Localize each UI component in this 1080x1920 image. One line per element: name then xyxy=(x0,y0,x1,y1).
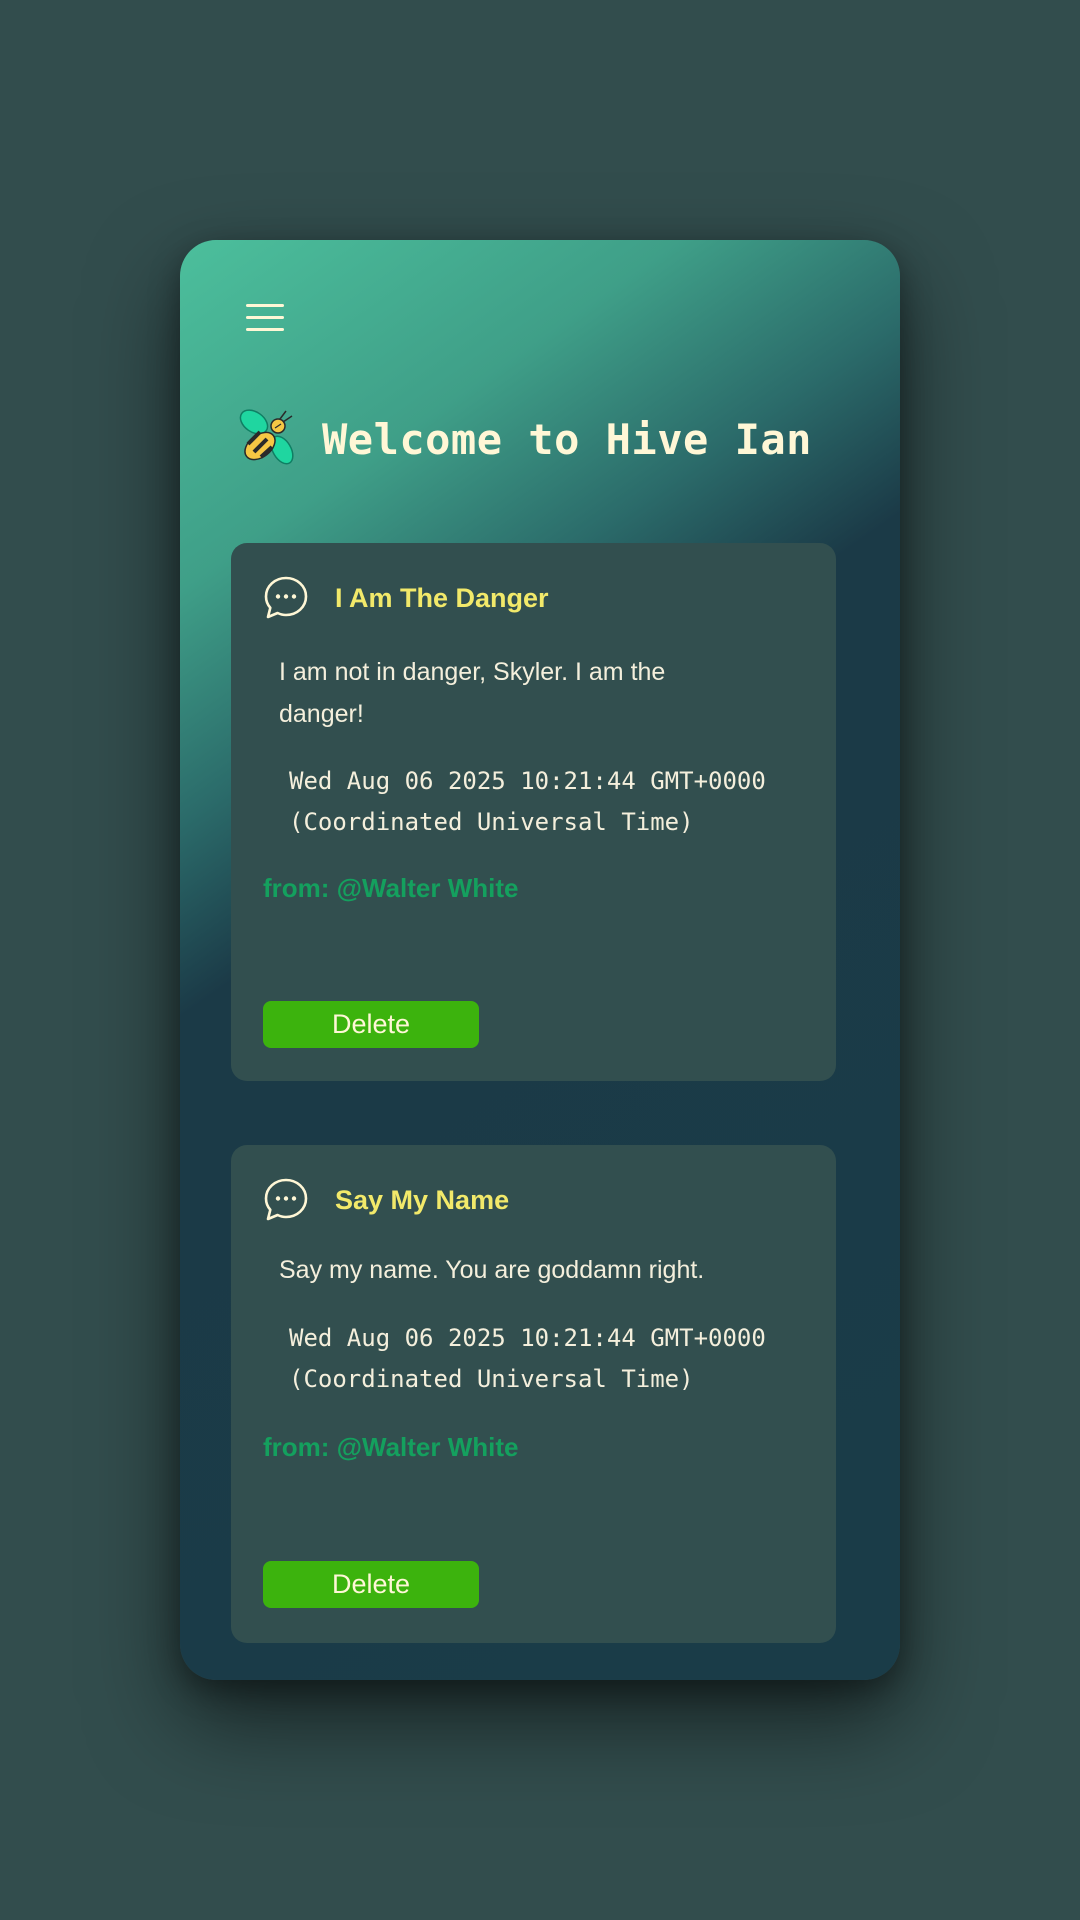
post-header: Say My Name xyxy=(263,1177,509,1223)
chat-bubble-icon xyxy=(264,1178,308,1221)
post-card: Say My Name Say my name. You are goddamn… xyxy=(231,1145,836,1643)
chat-bubble-icon xyxy=(264,576,308,619)
post-header: I Am The Danger xyxy=(263,575,549,621)
post-author: from: @Walter White xyxy=(263,1432,519,1462)
post-title: I Am The Danger xyxy=(335,582,549,613)
delete-button[interactable]: Delete xyxy=(263,1001,479,1048)
page-title: Welcome to Hive Ian xyxy=(322,414,812,464)
post-body: Say my name. You are goddamn right. xyxy=(279,1256,705,1284)
post-timestamp: Wed Aug 06 2025 10:21:44 GMT+0000 (Coord… xyxy=(289,1324,766,1393)
post-author: from: @Walter White xyxy=(263,873,519,903)
hamburger-menu-icon[interactable] xyxy=(246,302,284,336)
post-timestamp: Wed Aug 06 2025 10:21:44 GMT+0000 (Coord… xyxy=(289,767,766,836)
app-screen: Welcome to Hive Ian I Am The Danger I am… xyxy=(180,240,900,1680)
post-body: I am not in danger, Skyler. I am the dan… xyxy=(279,658,666,728)
bee-logo-icon xyxy=(239,409,294,465)
delete-button[interactable]: Delete xyxy=(263,1561,479,1608)
post-title: Say My Name xyxy=(335,1184,510,1215)
page-header: Welcome to Hive Ian xyxy=(230,404,812,474)
post-card: I Am The Danger I am not in danger, Skyl… xyxy=(231,543,836,1081)
